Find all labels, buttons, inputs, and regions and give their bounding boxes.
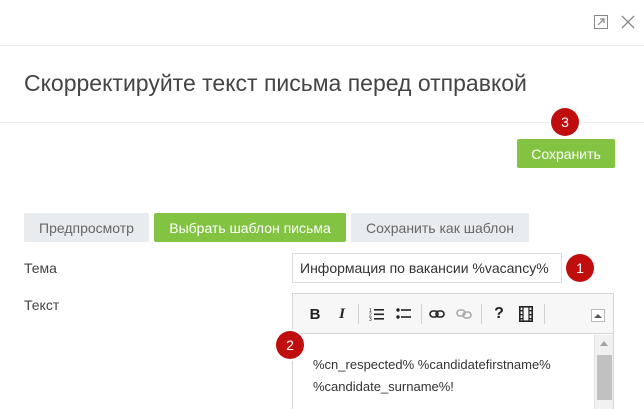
dialog-title: Скорректируйте текст письма перед отправ…: [24, 70, 527, 96]
annotation-badge-3: 3: [551, 108, 579, 136]
tab-save-as-template[interactable]: Сохранить как шаблон: [351, 213, 529, 242]
svg-text:3: 3: [369, 317, 372, 321]
annotation-badge-2: 2: [276, 331, 304, 359]
tab-choose-template[interactable]: Выбрать шаблон письма: [154, 213, 346, 242]
toolbar-separator: [421, 304, 422, 324]
scroll-up-arrow-icon[interactable]: [600, 341, 608, 346]
tab-preview[interactable]: Предпросмотр: [24, 213, 149, 242]
italic-icon[interactable]: I: [331, 303, 353, 325]
text-label: Текст: [24, 297, 60, 313]
editor-toolbar: B I 1 2 3 ?: [293, 294, 613, 334]
collapse-toolbar-icon[interactable]: [591, 309, 605, 322]
subject-label: Тема: [24, 260, 57, 276]
rich-text-editor[interactable]: B I 1 2 3 ? %cn_respected% %candidatefir…: [292, 293, 614, 409]
expand-icon[interactable]: [593, 14, 609, 30]
toolbar-separator: [358, 304, 359, 324]
help-icon[interactable]: ?: [488, 303, 510, 325]
bulleted-list-icon[interactable]: [393, 303, 415, 325]
toolbar-separator: [544, 304, 545, 324]
scrollbar-thumb[interactable]: [597, 355, 612, 400]
window-header: [0, 0, 644, 46]
editor-text-line: %cn_respected% %candidatefirstname%: [313, 357, 551, 372]
header-divider: [0, 122, 644, 123]
film-icon[interactable]: [515, 303, 537, 325]
annotation-badge-1: 1: [566, 254, 594, 282]
save-button[interactable]: Сохранить: [517, 139, 615, 168]
bold-icon[interactable]: B: [304, 303, 326, 325]
unlink-icon[interactable]: [453, 303, 475, 325]
editor-text-line: %candidate_surname%!: [313, 379, 454, 394]
editor-scrollbar[interactable]: [594, 335, 613, 409]
numbered-list-icon[interactable]: 1 2 3: [366, 303, 388, 325]
toolbar-separator: [481, 304, 482, 324]
editor-body[interactable]: %cn_respected% %candidatefirstname% %can…: [313, 354, 583, 398]
link-icon[interactable]: [426, 303, 448, 325]
close-icon[interactable]: [620, 14, 636, 30]
subject-input[interactable]: [292, 253, 562, 283]
